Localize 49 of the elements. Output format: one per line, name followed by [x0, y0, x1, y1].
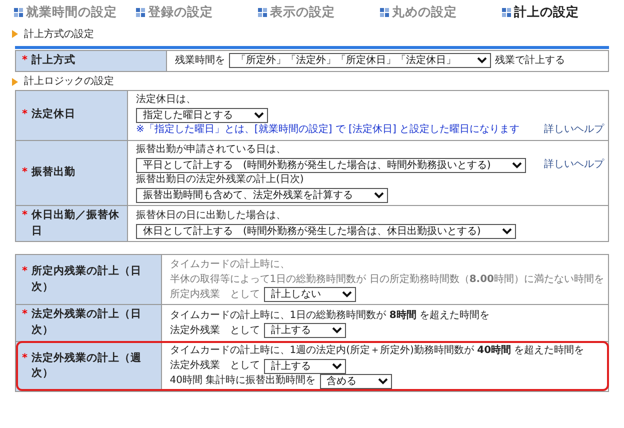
required-mark: *: [22, 264, 28, 279]
description-text: タイムカードの計上時に、1日の総勤務時間数が 8時間 を超えた時間を: [170, 308, 490, 322]
description-text: 法定休日は、: [136, 93, 196, 108]
field-label: 計上方式: [32, 53, 76, 68]
dropdown[interactable]: 指定した曜日とする: [136, 108, 268, 123]
help-link[interactable]: 詳しいヘルプ: [544, 123, 604, 138]
dropdown[interactable]: 含める: [320, 374, 392, 389]
field-label: 所定内残業の計上（日次）: [32, 264, 142, 295]
grid-icon: [380, 8, 389, 16]
note-text: ※「指定した曜日」とは、[就業時間の設定] で [法定休日] と設定した曜日になります: [136, 123, 520, 138]
grid-icon: [14, 8, 23, 16]
description-text: タイムカードの計上時に、: [170, 258, 290, 272]
dropdown[interactable]: 計上する: [264, 323, 346, 338]
section-heading: 計上ロジックの設定: [24, 74, 114, 90]
field-label: 法定休日: [32, 107, 76, 122]
required-mark: *: [22, 164, 28, 180]
triangle-icon: [12, 78, 18, 86]
description-text: 振替出勤が申請されている日は、: [136, 143, 286, 158]
dropdown[interactable]: 「所定外」「法定外」「所定休日」「法定休日」: [229, 53, 491, 68]
description-text: 法定外残業 として: [170, 324, 260, 338]
field-label: 法定外残業の計上（日次）: [32, 307, 142, 338]
description-text: 40時間 集計時に振替出勤時間を: [170, 374, 316, 388]
description-text: 振替休日の日に出勤した場合は、: [136, 209, 286, 223]
description-text: 残業時間を: [175, 54, 225, 68]
dropdown[interactable]: 平日として計上する (時間外勤務が発生した場合は、時間外勤務扱いとする): [136, 158, 526, 173]
field-label: 法定外残業の計上（週次）: [32, 350, 142, 382]
dropdown[interactable]: 計上する: [264, 358, 346, 374]
description-text: 半休の取得等によって1日の総勤務時間数が 日の所定勤務時間数（8.00時間）に満たない時間を: [170, 272, 604, 287]
description-text: タイムカードの計上時に、1週の法定内(所定＋所定外)勤務時間数が 40時間 を超えた時間を: [170, 344, 584, 358]
required-mark: *: [22, 53, 28, 68]
grid-icon: [136, 8, 145, 16]
description-text: 振替出勤日の法定外残業の計上(日次): [136, 173, 304, 188]
description-text: 法定外残業 として: [170, 359, 260, 374]
grid-icon: [502, 8, 511, 16]
help-link[interactable]: 詳しいヘルプ: [544, 158, 604, 172]
required-mark: *: [22, 307, 28, 322]
triangle-icon: [12, 30, 18, 38]
dropdown[interactable]: 休日として計上する (時間外勤務が発生した場合は、休日出勤扱いとする): [136, 224, 516, 238]
required-mark: *: [22, 208, 28, 223]
required-mark: *: [22, 350, 28, 366]
field-label: 振替出勤: [32, 164, 76, 180]
description-text: 所定内残業 として: [170, 288, 260, 302]
grid-icon: [258, 8, 267, 16]
field-label: 休日出勤／振替休日: [32, 208, 120, 238]
tab[interactable]: 計上の設定: [502, 2, 624, 22]
section-heading: 計上方式の設定: [24, 28, 94, 42]
dropdown[interactable]: 振替出勤時間も含めて、法定外残業を計算する: [136, 188, 388, 203]
required-mark: *: [22, 107, 28, 122]
description-text: 残業で計上する: [495, 54, 565, 68]
